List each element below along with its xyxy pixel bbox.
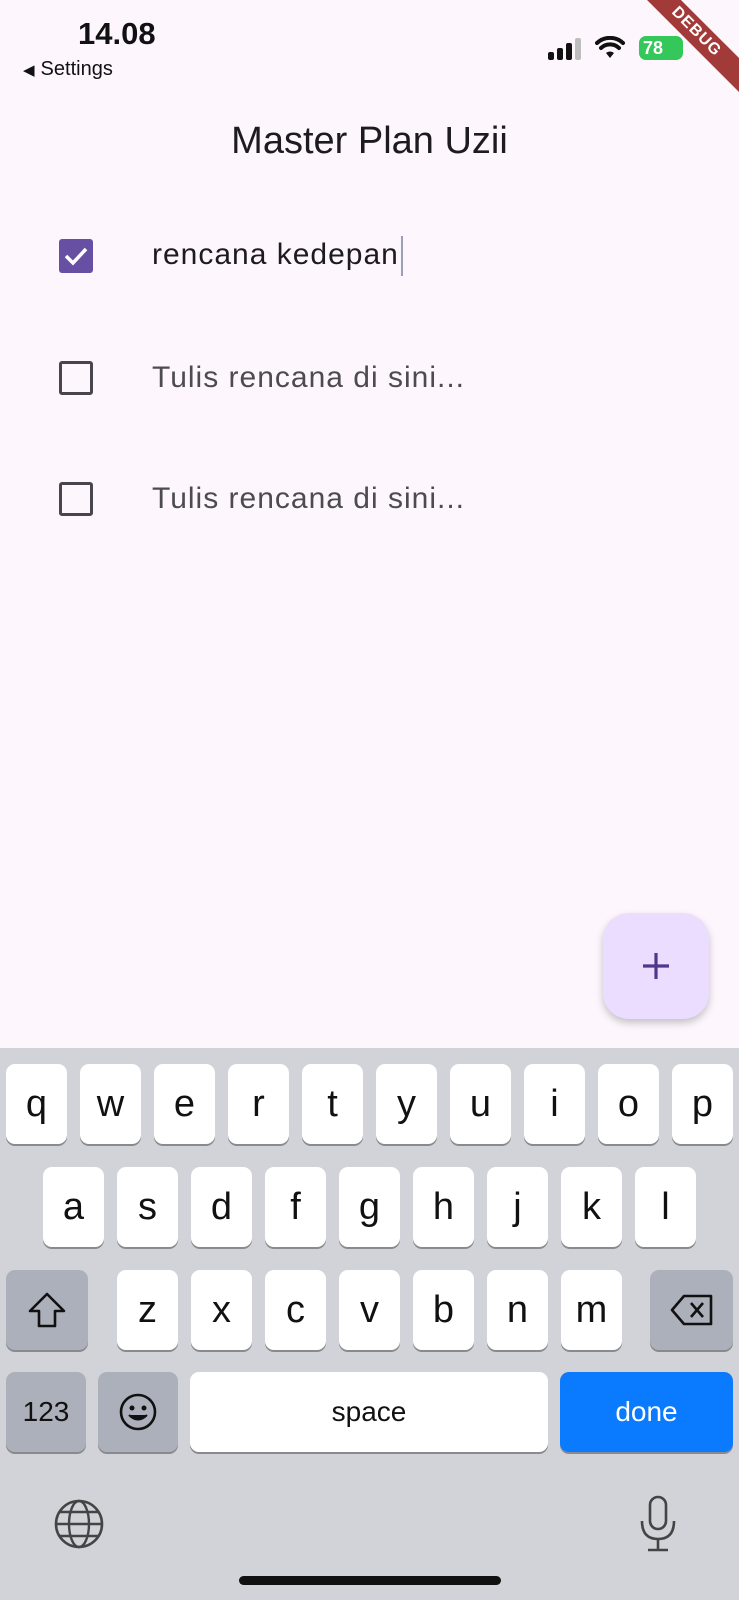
plan-checkbox[interactable] [59,361,93,395]
cellular-signal-icon [548,36,581,60]
key-letter[interactable]: s [117,1167,178,1247]
key-letter[interactable]: b [413,1270,474,1350]
status-time: 14.08 [78,16,156,51]
plan-checkbox-checked[interactable] [59,239,93,273]
key-letter[interactable]: h [413,1167,474,1247]
add-plan-button[interactable] [603,913,709,1019]
backspace-icon [670,1294,712,1326]
back-label: Settings [40,58,113,80]
key-letter[interactable]: p [672,1064,733,1144]
key-letter[interactable]: t [302,1064,363,1144]
dictation-key[interactable] [638,1495,678,1558]
key-letter[interactable]: r [228,1064,289,1144]
key-letter[interactable]: o [598,1064,659,1144]
key-letter[interactable]: l [635,1167,696,1247]
key-letter[interactable]: n [487,1270,548,1350]
key-letter[interactable]: a [43,1167,104,1247]
key-letter[interactable]: d [191,1167,252,1247]
back-to-settings-link[interactable]: ◀ Settings [23,58,113,81]
plan-checkbox[interactable] [59,482,93,516]
key-letter[interactable]: v [339,1270,400,1350]
plan-text-value: rencana kedepan [152,237,399,271]
plus-icon [643,953,669,979]
text-cursor [400,236,403,276]
onscreen-keyboard: qwertyuiop asdfghjkl zxcvbnm 123 space d… [0,1048,739,1600]
app-title: Master Plan Uzii [231,120,508,162]
plan-item: rencana kedepan [0,216,739,296]
key-letter[interactable]: c [265,1270,326,1350]
key-letter[interactable]: y [376,1064,437,1144]
done-key[interactable]: done [560,1372,733,1452]
plan-text-field[interactable]: rencana kedepan [152,236,403,276]
status-indicators: 78 [548,36,683,60]
shift-icon [28,1292,66,1328]
space-key[interactable]: space [190,1372,548,1452]
shift-key[interactable] [6,1270,88,1350]
key-letter[interactable]: f [265,1167,326,1247]
key-letter[interactable]: u [450,1064,511,1144]
back-triangle-icon: ◀ [23,61,35,79]
home-indicator [239,1576,501,1585]
key-letter[interactable]: m [561,1270,622,1350]
key-letter[interactable]: e [154,1064,215,1144]
battery-indicator: 78 [639,36,683,60]
globe-icon [54,1499,104,1549]
backspace-key[interactable] [650,1270,733,1350]
key-letter[interactable]: j [487,1167,548,1247]
emoji-key[interactable] [98,1372,178,1452]
key-letter[interactable]: x [191,1270,252,1350]
key-letter[interactable]: i [524,1064,585,1144]
wifi-icon [595,36,625,58]
plan-text-field[interactable]: Tulis rencana di sini... [152,482,465,516]
key-letter[interactable]: q [6,1064,67,1144]
key-letter[interactable]: g [339,1167,400,1247]
key-letter[interactable]: z [117,1270,178,1350]
plan-text-field[interactable]: Tulis rencana di sini... [152,361,465,395]
numbers-key[interactable]: 123 [6,1372,86,1452]
plan-item: Tulis rencana di sini... [0,338,739,418]
key-letter[interactable]: k [561,1167,622,1247]
check-icon [64,247,88,266]
microphone-icon [640,1495,676,1552]
emoji-icon [119,1393,157,1431]
plan-item: Tulis rencana di sini... [0,459,739,539]
key-letter[interactable]: w [80,1064,141,1144]
globe-key[interactable] [53,1498,105,1555]
